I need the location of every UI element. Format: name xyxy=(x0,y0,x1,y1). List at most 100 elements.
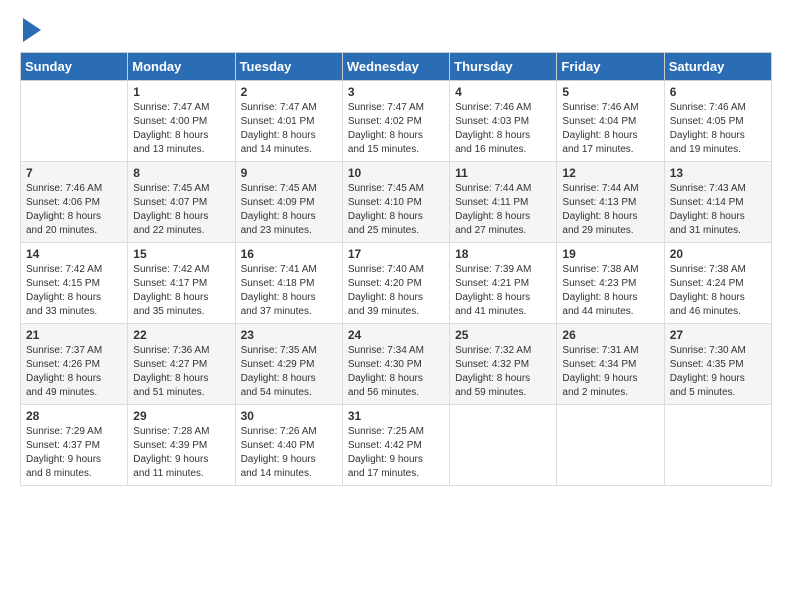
day-number: 29 xyxy=(133,409,229,423)
day-info: Sunrise: 7:42 AMSunset: 4:15 PMDaylight:… xyxy=(26,263,122,319)
calendar-cell: 27 Sunrise: 7:30 AMSunset: 4:35 PMDayligh… xyxy=(664,324,771,405)
calendar-cell: 1 Sunrise: 7:47 AMSunset: 4:00 PMDaylight… xyxy=(128,81,235,162)
calendar-cell: 22 Sunrise: 7:36 AMSunset: 4:27 PMDayligh… xyxy=(128,324,235,405)
day-info: Sunrise: 7:46 AMSunset: 4:03 PMDaylight:… xyxy=(455,101,551,157)
calendar-cell: 24 Sunrise: 7:34 AMSunset: 4:30 PMDayligh… xyxy=(342,324,449,405)
calendar-cell: 21 Sunrise: 7:37 AMSunset: 4:26 PMDayligh… xyxy=(21,324,128,405)
day-info: Sunrise: 7:31 AMSunset: 4:34 PMDaylight:… xyxy=(562,344,658,400)
calendar-cell: 9 Sunrise: 7:45 AMSunset: 4:09 PMDaylight… xyxy=(235,162,342,243)
day-info: Sunrise: 7:26 AMSunset: 4:40 PMDaylight:… xyxy=(241,425,337,481)
day-header-saturday: Saturday xyxy=(664,53,771,81)
day-number: 26 xyxy=(562,328,658,342)
week-row-3: 14 Sunrise: 7:42 AMSunset: 4:15 PMDayligh… xyxy=(21,243,772,324)
calendar-cell: 5 Sunrise: 7:46 AMSunset: 4:04 PMDaylight… xyxy=(557,81,664,162)
day-number: 10 xyxy=(348,166,444,180)
day-info: Sunrise: 7:45 AMSunset: 4:07 PMDaylight:… xyxy=(133,182,229,238)
day-number: 6 xyxy=(670,85,766,99)
day-number: 22 xyxy=(133,328,229,342)
day-info: Sunrise: 7:46 AMSunset: 4:04 PMDaylight:… xyxy=(562,101,658,157)
day-number: 14 xyxy=(26,247,122,261)
day-number: 17 xyxy=(348,247,444,261)
day-header-monday: Monday xyxy=(128,53,235,81)
calendar-cell: 30 Sunrise: 7:26 AMSunset: 4:40 PMDayligh… xyxy=(235,405,342,486)
day-header-friday: Friday xyxy=(557,53,664,81)
day-number: 23 xyxy=(241,328,337,342)
day-info: Sunrise: 7:32 AMSunset: 4:32 PMDaylight:… xyxy=(455,344,551,400)
day-info: Sunrise: 7:36 AMSunset: 4:27 PMDaylight:… xyxy=(133,344,229,400)
day-info: Sunrise: 7:38 AMSunset: 4:24 PMDaylight:… xyxy=(670,263,766,319)
calendar-cell: 18Sunrise: 7:39 AMSunset: 4:21 PMDayligh… xyxy=(450,243,557,324)
day-header-thursday: Thursday xyxy=(450,53,557,81)
calendar-cell: 13Sunrise: 7:43 AMSunset: 4:14 PMDayligh… xyxy=(664,162,771,243)
day-info: Sunrise: 7:47 AMSunset: 4:02 PMDaylight:… xyxy=(348,101,444,157)
day-info: Sunrise: 7:28 AMSunset: 4:39 PMDaylight:… xyxy=(133,425,229,481)
day-number: 1 xyxy=(133,85,229,99)
week-row-4: 21 Sunrise: 7:37 AMSunset: 4:26 PMDayligh… xyxy=(21,324,772,405)
day-info: Sunrise: 7:37 AMSunset: 4:26 PMDaylight:… xyxy=(26,344,122,400)
day-info: Sunrise: 7:45 AMSunset: 4:09 PMDaylight:… xyxy=(241,182,337,238)
day-info: Sunrise: 7:44 AMSunset: 4:13 PMDaylight:… xyxy=(562,182,658,238)
day-info: Sunrise: 7:38 AMSunset: 4:23 PMDaylight:… xyxy=(562,263,658,319)
calendar-cell: 29 Sunrise: 7:28 AMSunset: 4:39 PMDayligh… xyxy=(128,405,235,486)
calendar-cell: 31Sunrise: 7:25 AMSunset: 4:42 PMDayligh… xyxy=(342,405,449,486)
day-info: Sunrise: 7:44 AMSunset: 4:11 PMDaylight:… xyxy=(455,182,551,238)
day-number: 12 xyxy=(562,166,658,180)
calendar-cell xyxy=(21,81,128,162)
day-info: Sunrise: 7:40 AMSunset: 4:20 PMDaylight:… xyxy=(348,263,444,319)
calendar-cell: 6 Sunrise: 7:46 AMSunset: 4:05 PMDaylight… xyxy=(664,81,771,162)
day-info: Sunrise: 7:29 AMSunset: 4:37 PMDaylight:… xyxy=(26,425,122,481)
calendar-cell: 14 Sunrise: 7:42 AMSunset: 4:15 PMDayligh… xyxy=(21,243,128,324)
day-number: 2 xyxy=(241,85,337,99)
calendar-cell: 7 Sunrise: 7:46 AMSunset: 4:06 PMDaylight… xyxy=(21,162,128,243)
day-info: Sunrise: 7:34 AMSunset: 4:30 PMDaylight:… xyxy=(348,344,444,400)
day-number: 3 xyxy=(348,85,444,99)
day-number: 28 xyxy=(26,409,122,423)
calendar-cell: 25 Sunrise: 7:32 AMSunset: 4:32 PMDayligh… xyxy=(450,324,557,405)
calendar-table: SundayMondayTuesdayWednesdayThursdayFrid… xyxy=(20,52,772,486)
day-number: 11 xyxy=(455,166,551,180)
logo xyxy=(20,20,41,42)
calendar-cell: 4Sunrise: 7:46 AMSunset: 4:03 PMDaylight… xyxy=(450,81,557,162)
week-row-5: 28 Sunrise: 7:29 AMSunset: 4:37 PMDayligh… xyxy=(21,405,772,486)
calendar-cell: 12 Sunrise: 7:44 AMSunset: 4:13 PMDayligh… xyxy=(557,162,664,243)
calendar-cell: 2Sunrise: 7:47 AMSunset: 4:01 PMDaylight… xyxy=(235,81,342,162)
day-info: Sunrise: 7:25 AMSunset: 4:42 PMDaylight:… xyxy=(348,425,444,481)
week-row-2: 7 Sunrise: 7:46 AMSunset: 4:06 PMDaylight… xyxy=(21,162,772,243)
logo-arrow-icon xyxy=(23,18,41,42)
page-header xyxy=(20,20,772,42)
day-number: 16 xyxy=(241,247,337,261)
day-number: 30 xyxy=(241,409,337,423)
week-row-1: 1 Sunrise: 7:47 AMSunset: 4:00 PMDaylight… xyxy=(21,81,772,162)
day-info: Sunrise: 7:41 AMSunset: 4:18 PMDaylight:… xyxy=(241,263,337,319)
calendar-cell: 8 Sunrise: 7:45 AMSunset: 4:07 PMDaylight… xyxy=(128,162,235,243)
calendar-cell xyxy=(557,405,664,486)
day-number: 25 xyxy=(455,328,551,342)
calendar-cell: 10Sunrise: 7:45 AMSunset: 4:10 PMDayligh… xyxy=(342,162,449,243)
calendar-cell xyxy=(450,405,557,486)
day-header-tuesday: Tuesday xyxy=(235,53,342,81)
day-info: Sunrise: 7:35 AMSunset: 4:29 PMDaylight:… xyxy=(241,344,337,400)
day-number: 24 xyxy=(348,328,444,342)
day-info: Sunrise: 7:46 AMSunset: 4:05 PMDaylight:… xyxy=(670,101,766,157)
day-number: 7 xyxy=(26,166,122,180)
day-info: Sunrise: 7:42 AMSunset: 4:17 PMDaylight:… xyxy=(133,263,229,319)
calendar-cell: 3 Sunrise: 7:47 AMSunset: 4:02 PMDaylight… xyxy=(342,81,449,162)
calendar-cell: 20 Sunrise: 7:38 AMSunset: 4:24 PMDayligh… xyxy=(664,243,771,324)
calendar-cell: 17 Sunrise: 7:40 AMSunset: 4:20 PMDayligh… xyxy=(342,243,449,324)
calendar-cell: 16 Sunrise: 7:41 AMSunset: 4:18 PMDayligh… xyxy=(235,243,342,324)
day-number: 8 xyxy=(133,166,229,180)
calendar-cell: 19Sunrise: 7:38 AMSunset: 4:23 PMDayligh… xyxy=(557,243,664,324)
calendar-cell xyxy=(664,405,771,486)
day-number: 15 xyxy=(133,247,229,261)
calendar-cell: 26 Sunrise: 7:31 AMSunset: 4:34 PMDayligh… xyxy=(557,324,664,405)
day-number: 20 xyxy=(670,247,766,261)
day-number: 18 xyxy=(455,247,551,261)
day-info: Sunrise: 7:46 AMSunset: 4:06 PMDaylight:… xyxy=(26,182,122,238)
day-info: Sunrise: 7:30 AMSunset: 4:35 PMDaylight:… xyxy=(670,344,766,400)
day-number: 9 xyxy=(241,166,337,180)
day-number: 21 xyxy=(26,328,122,342)
day-info: Sunrise: 7:47 AMSunset: 4:00 PMDaylight:… xyxy=(133,101,229,157)
day-number: 5 xyxy=(562,85,658,99)
calendar-cell: 15 Sunrise: 7:42 AMSunset: 4:17 PMDayligh… xyxy=(128,243,235,324)
day-number: 27 xyxy=(670,328,766,342)
